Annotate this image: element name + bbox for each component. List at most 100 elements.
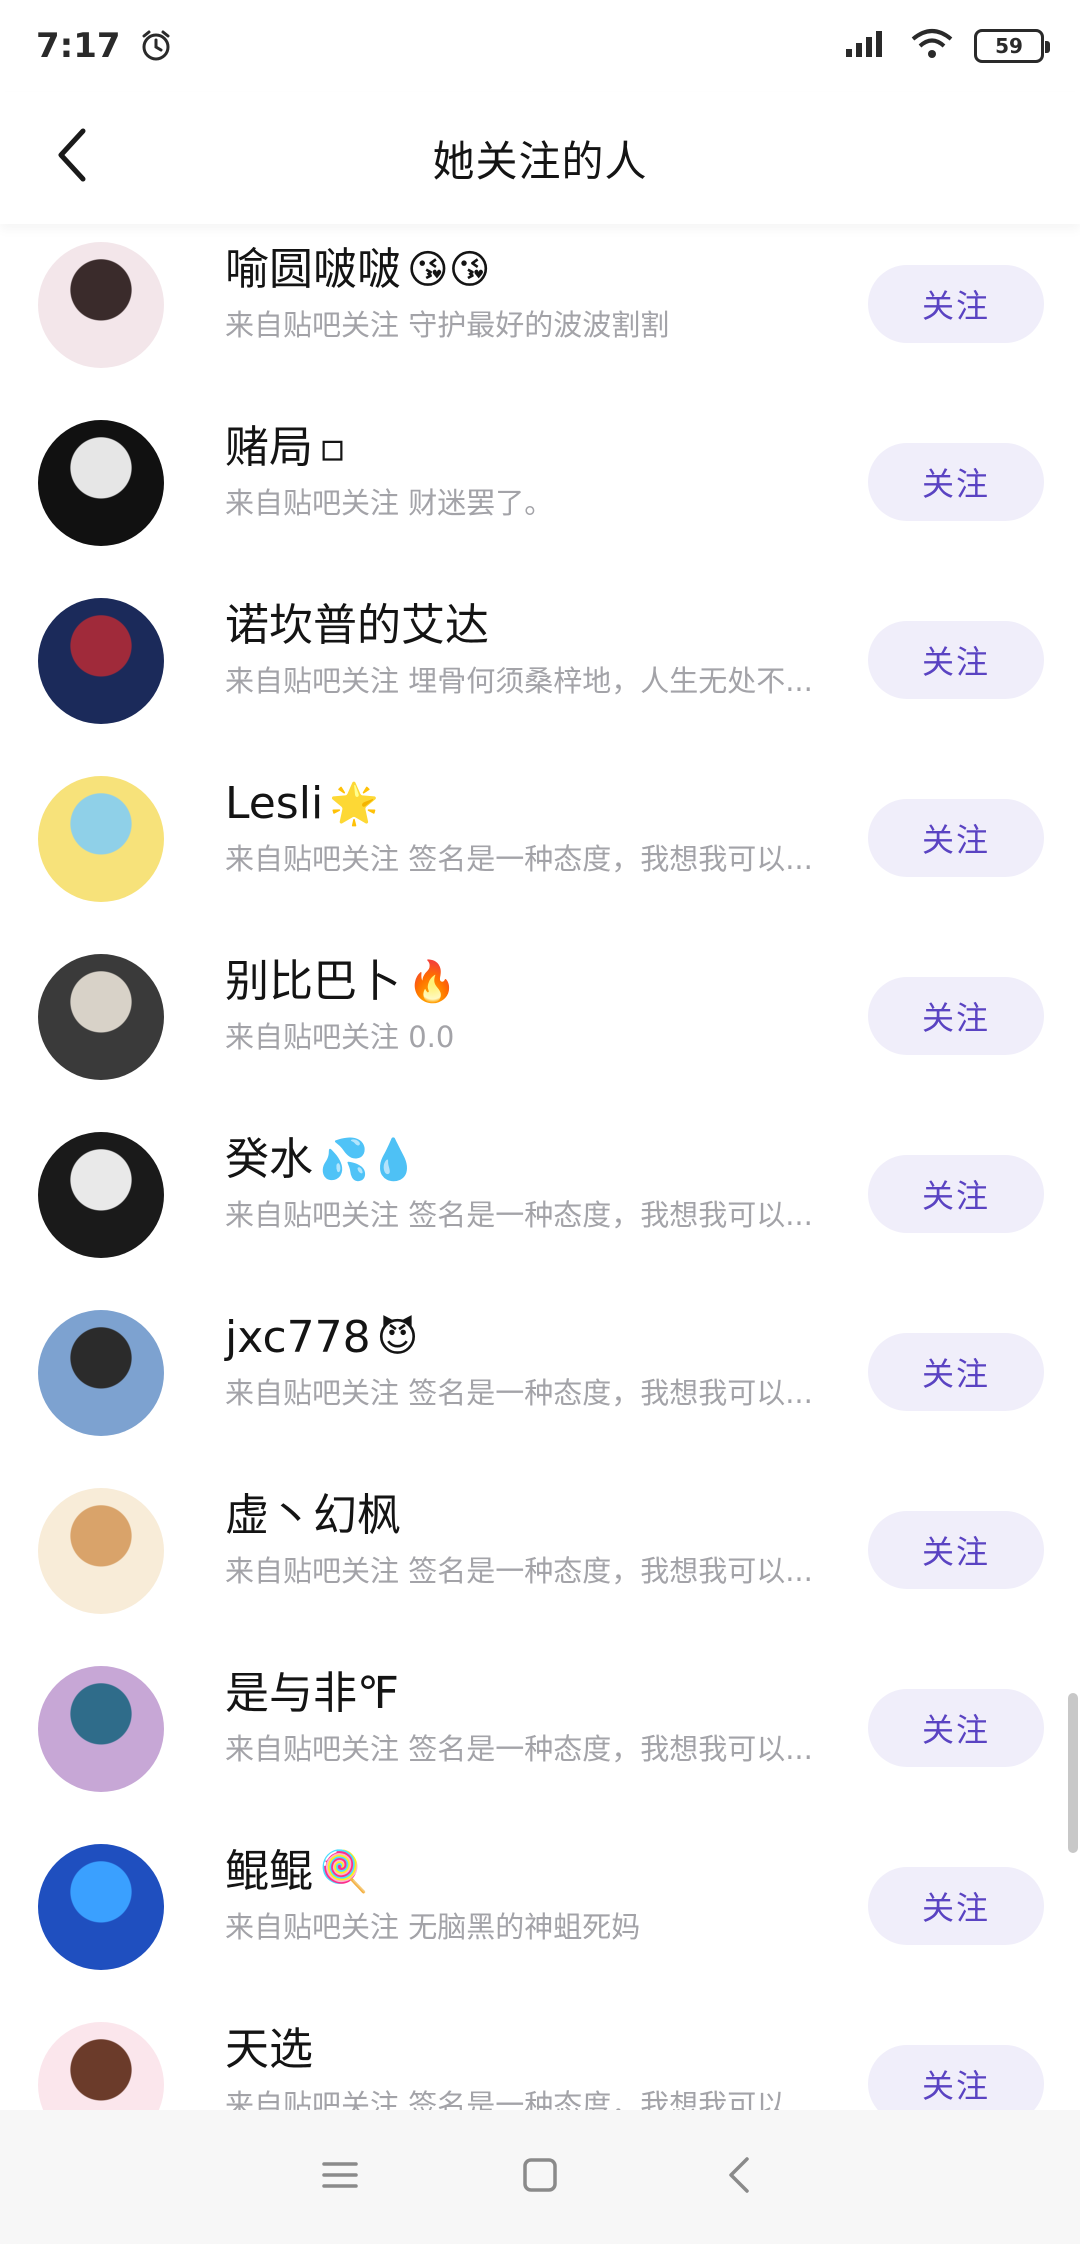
avatar[interactable] (38, 598, 164, 724)
follow-button[interactable]: 关注 (868, 621, 1044, 699)
following-list[interactable]: 喻圆啵啵 😘😘 来自贴吧关注 守护最好的波波割割 关注 赌局 ▫ 来自贴吧关注 财迷罢了。关… (0, 225, 1080, 2110)
username-text: 癸水 (225, 1134, 313, 1185)
follow-button[interactable]: 关注 (868, 1155, 1044, 1233)
list-item[interactable]: 喻圆啵啵 😘😘 来自贴吧关注 守护最好的波波割割 关注 (0, 225, 1080, 403)
user-info[interactable]: 鲲鲲 🍭 来自贴吧关注 无脑黑的神蛆死妈 (225, 1841, 845, 1949)
back-triangle-icon (725, 2155, 755, 2199)
wifi-icon (910, 27, 954, 65)
username-text: 天选 (225, 2024, 313, 2075)
user-subtitle: 来自贴吧关注 签名是一种态度，我想我可以... (225, 1732, 813, 1766)
user-info[interactable]: 是与非℉ 来自贴吧关注 签名是一种态度，我想我可以... (225, 1663, 845, 1771)
user-subtitle: 来自贴吧关注 签名是一种态度，我想我可以... (225, 842, 813, 876)
list-item[interactable]: 是与非℉ 来自贴吧关注 签名是一种态度，我想我可以... 关注 (0, 1649, 1080, 1827)
list-item[interactable]: 鲲鲲 🍭 来自贴吧关注 无脑黑的神蛆死妈 关注 (0, 1827, 1080, 2005)
follow-button[interactable]: 关注 (868, 1689, 1044, 1767)
status-bar: 7:17 59 (0, 0, 1080, 92)
avatar[interactable] (38, 776, 164, 902)
username-emoji: 😈 (376, 1315, 419, 1361)
avatar[interactable] (38, 1666, 164, 1792)
user-info[interactable]: 赌局 ▫ 来自贴吧关注 财迷罢了。 (225, 417, 845, 525)
user-info[interactable]: Lesli 🌟 来自贴吧关注 签名是一种态度，我想我可以... (225, 773, 845, 881)
home-button[interactable] (500, 2137, 580, 2217)
menu-icon (320, 2158, 360, 2196)
username-emoji: 🍭 (319, 1849, 369, 1895)
back-button[interactable] (40, 124, 106, 190)
username: 喻圆啵啵 😘😘 (225, 239, 845, 301)
list-item[interactable]: jxc778 😈 来自贴吧关注 签名是一种态度，我想我可以... 关注 (0, 1293, 1080, 1471)
avatar[interactable] (38, 954, 164, 1080)
username-emoji: 🔥 (407, 959, 457, 1005)
user-subtitle: 来自贴吧关注 签名是一种态度，我想我可以... (225, 2088, 813, 2110)
scrollbar[interactable] (1068, 1693, 1078, 1853)
avatar[interactable] (38, 242, 164, 368)
follow-button[interactable]: 关注 (868, 977, 1044, 1055)
username: 是与非℉ (225, 1663, 845, 1725)
back-nav-button[interactable] (700, 2137, 780, 2217)
user-info[interactable]: 诺坎普的艾达来自贴吧关注 埋骨何须桑梓地，人生无处不... (225, 595, 845, 703)
username-text: Lesli (225, 778, 324, 829)
username-emoji: 🌟 (329, 781, 379, 827)
avatar[interactable] (38, 1488, 164, 1614)
user-info[interactable]: 天选来自贴吧关注 签名是一种态度，我想我可以... (225, 2019, 845, 2110)
username-text: 诺坎普的艾达 (225, 600, 489, 651)
username-text: 赌局 (225, 422, 313, 473)
user-subtitle: 来自贴吧关注 签名是一种态度，我想我可以... (225, 1376, 813, 1410)
list-item[interactable]: 诺坎普的艾达来自贴吧关注 埋骨何须桑梓地，人生无处不... 关注 (0, 581, 1080, 759)
follow-button[interactable]: 关注 (868, 265, 1044, 343)
username-text: 别比巴卜 (225, 956, 401, 1007)
username-text: 喻圆啵啵 (225, 244, 401, 295)
follow-button[interactable]: 关注 (868, 443, 1044, 521)
follow-button[interactable]: 关注 (868, 2045, 1044, 2110)
alarm-icon (139, 29, 173, 63)
username-text: 鲲鲲 (225, 1846, 313, 1897)
username-emoji: ▫ (319, 425, 347, 471)
username-text: 虚丶幻枫 (225, 1490, 401, 1541)
system-nav-bar (0, 2110, 1080, 2244)
user-subtitle: 来自贴吧关注 守护最好的波波割割 (225, 308, 670, 342)
user-subtitle: 来自贴吧关注 0.0 (225, 1020, 455, 1054)
username: 鲲鲲 🍭 (225, 1841, 845, 1903)
menu-button[interactable] (300, 2137, 380, 2217)
chevron-left-icon (53, 125, 93, 189)
avatar[interactable] (38, 1132, 164, 1258)
username: 天选 (225, 2019, 845, 2081)
username-emoji: 😘😘 (407, 247, 491, 293)
user-info[interactable]: jxc778 😈 来自贴吧关注 签名是一种态度，我想我可以... (225, 1307, 845, 1415)
username: 别比巴卜 🔥 (225, 951, 845, 1013)
username: 赌局 ▫ (225, 417, 845, 479)
username-text: 是与非℉ (225, 1668, 399, 1719)
follow-button[interactable]: 关注 (868, 1511, 1044, 1589)
status-icons: 59 (846, 27, 1050, 65)
follow-button[interactable]: 关注 (868, 799, 1044, 877)
list-item[interactable]: Lesli 🌟 来自贴吧关注 签名是一种态度，我想我可以... 关注 (0, 759, 1080, 937)
list-item[interactable]: 别比巴卜 🔥 来自贴吧关注 0.0 关注 (0, 937, 1080, 1115)
username: 癸水 💦💧 (225, 1129, 845, 1191)
user-subtitle: 来自贴吧关注 埋骨何须桑梓地，人生无处不... (225, 664, 813, 698)
list-item[interactable]: 赌局 ▫ 来自贴吧关注 财迷罢了。 关注 (0, 403, 1080, 581)
list-item[interactable]: 天选来自贴吧关注 签名是一种态度，我想我可以... 关注 (0, 2005, 1080, 2110)
user-subtitle: 来自贴吧关注 签名是一种态度，我想我可以... (225, 1554, 813, 1588)
username-emoji: 💦💧 (319, 1137, 419, 1183)
user-info[interactable]: 虚丶幻枫来自贴吧关注 签名是一种态度，我想我可以... (225, 1485, 845, 1593)
avatar[interactable] (38, 2022, 164, 2110)
battery-level: 59 (995, 34, 1023, 58)
user-subtitle: 来自贴吧关注 无脑黑的神蛆死妈 (225, 1910, 641, 1944)
home-square-icon (522, 2157, 558, 2197)
page-header: 她关注的人 (0, 92, 1080, 224)
list-item[interactable]: 癸水 💦💧 来自贴吧关注 签名是一种态度，我想我可以... 关注 (0, 1115, 1080, 1293)
username: 虚丶幻枫 (225, 1485, 845, 1547)
username: 诺坎普的艾达 (225, 595, 845, 657)
username-text: jxc778 (225, 1312, 371, 1363)
signal-icon (846, 27, 890, 65)
avatar[interactable] (38, 420, 164, 546)
user-info[interactable]: 癸水 💦💧 来自贴吧关注 签名是一种态度，我想我可以... (225, 1129, 845, 1237)
user-subtitle: 来自贴吧关注 财迷罢了。 (225, 486, 554, 520)
follow-button[interactable]: 关注 (868, 1333, 1044, 1411)
list-item[interactable]: 虚丶幻枫来自贴吧关注 签名是一种态度，我想我可以... 关注 (0, 1471, 1080, 1649)
user-info[interactable]: 喻圆啵啵 😘😘 来自贴吧关注 守护最好的波波割割 (225, 239, 845, 347)
status-time: 7:17 (36, 26, 121, 66)
follow-button[interactable]: 关注 (868, 1867, 1044, 1945)
avatar[interactable] (38, 1844, 164, 1970)
avatar[interactable] (38, 1310, 164, 1436)
user-info[interactable]: 别比巴卜 🔥 来自贴吧关注 0.0 (225, 951, 845, 1059)
